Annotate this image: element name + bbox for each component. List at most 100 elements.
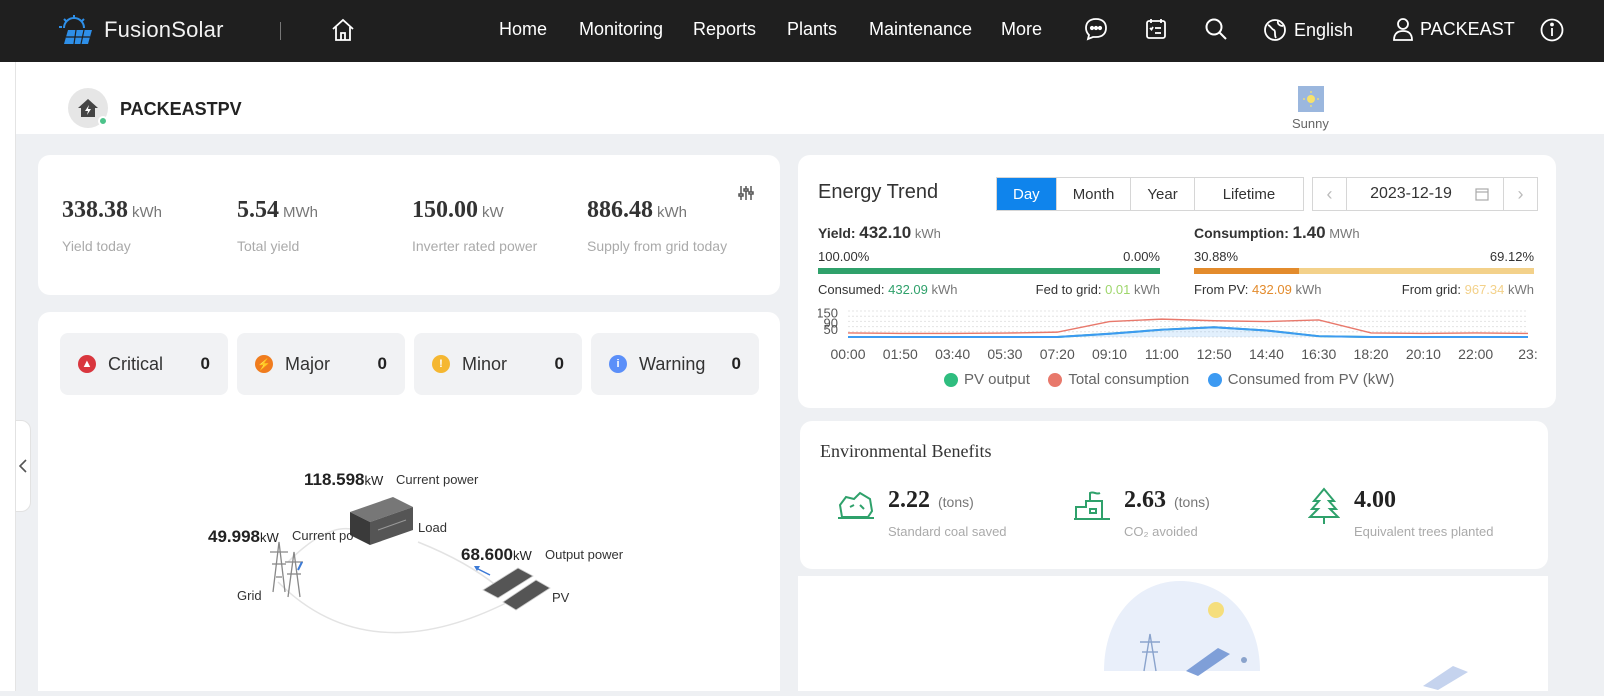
kpi-total-yield: 5.54 MWh Total yield [237,197,318,254]
consumption-summary: Consumption: 1.40 MWh 30.88% 69.12% From … [1194,223,1534,297]
nav-monitoring[interactable]: Monitoring [579,19,663,40]
user-icon [1393,18,1413,41]
consumption-progress-fill [1194,268,1299,274]
user-menu[interactable]: PACKEAST [1392,17,1515,41]
x-tick-label: 11:00 [1145,346,1179,362]
consumption-label: Consumption: [1194,225,1289,241]
env-trees-planted: 4.00 Equivalent trees planted [1308,487,1493,539]
tab-day[interactable]: Day [997,178,1057,210]
x-tick-label: 01:50 [883,346,918,362]
from-pv-unit: kWh [1295,282,1322,297]
kpi-value: 150.00 [412,197,478,223]
load-building-icon [350,497,413,545]
trees-label: Equivalent trees planted [1354,524,1494,539]
tab-lifetime[interactable]: Lifetime [1194,178,1304,210]
load-power-value: 118.598kW [304,470,383,490]
settings-sliders-icon[interactable] [738,185,754,206]
nav-more[interactable]: More [1001,19,1042,40]
consumed-value: 432.09 [888,282,928,297]
x-tick-label: 12:50 [1197,346,1232,362]
from-grid-unit: kWh [1508,282,1534,297]
calendar-task-icon[interactable] [1143,16,1169,47]
coal-label: Standard coal saved [888,524,1007,539]
plant-illustration-card [798,576,1548,691]
nav-home[interactable]: Home [499,19,547,40]
fed-to-grid-label: Fed to grid: [1035,282,1102,297]
pv-power-value: 68.600kW [461,545,532,565]
co2-unit: (tons) [1174,494,1210,510]
x-tick-label: 05:30 [987,346,1022,362]
yield-progress-fill [818,268,1160,274]
left-edge-panel [0,62,16,691]
legend-label: Consumed from PV (kW) [1227,371,1395,388]
kpi-value: 338.38 [62,197,128,223]
kpi-inverter-rated-power: 150.00 kW Inverter rated power [412,197,537,254]
legend-pv-output[interactable]: PV output [944,371,1030,388]
load-power-caption: Current power [396,472,479,487]
language-selector[interactable]: English [1262,17,1353,43]
weather-label: Sunny [1292,116,1329,131]
consumption-pv-percent: 30.88% [1194,249,1239,264]
load-label: Load [418,520,447,535]
plant-home-icon [78,99,98,117]
pv-label: PV [552,590,570,605]
date-picker[interactable]: ‹ 2023-12-19 › [1312,177,1538,211]
fusionsolar-logo[interactable]: FusionSolar [58,14,224,46]
chat-icon[interactable] [1083,16,1109,47]
grid-label: Grid [237,588,262,603]
from-pv-value: 432.09 [1252,282,1292,297]
yield-consumed-percent: 100.00% [818,249,870,264]
consumed-unit: kWh [931,282,958,297]
consumption-unit: MWh [1329,226,1360,241]
x-tick-label: 07:20 [1040,346,1075,362]
user-name: PACKEAST [1420,18,1515,39]
env-co2-avoided: 2.63 (tons) CO₂ avoided [1072,487,1210,539]
co2-value: 2.63 [1124,487,1166,513]
solar-scene-illustration [1104,581,1468,690]
calendar-icon[interactable] [1475,187,1489,201]
energy-trend-card: Energy Trend Day Month Year Lifetime ‹ 2… [798,155,1556,408]
language-label: English [1294,19,1354,40]
kpi-unit: kWh [657,204,687,221]
collapse-sidebar-handle[interactable] [15,420,31,512]
consumption-progress-bar [1194,268,1534,274]
legend-label: Total consumption [1068,371,1190,388]
x-tick-label: 18:20 [1354,346,1389,362]
consumption-value: 1.40 [1292,223,1326,242]
kpi-yield-today: 338.38 kWh Yield today [62,197,162,254]
kpi-unit: kW [482,204,504,221]
search-icon[interactable] [1203,16,1229,47]
trees-value: 4.00 [1354,487,1396,513]
yield-summary: Yield: 432.10 kWh 100.00% 0.00% Consumed:… [818,223,1160,297]
grid-power-value: 49.998kW [208,527,279,547]
kpi-unit: MWh [283,204,318,221]
nav-maintenance[interactable]: Maintenance [869,19,972,40]
next-date-button[interactable]: › [1503,178,1537,210]
home-icon[interactable] [330,17,356,48]
fed-to-grid-unit: kWh [1134,282,1160,297]
x-tick-label: 16:30 [1301,346,1336,362]
tab-year[interactable]: Year [1131,178,1195,210]
yield-value: 432.10 [859,223,912,242]
info-icon[interactable] [1539,17,1565,48]
nav-reports[interactable]: Reports [693,19,756,40]
chart-legend: PV output Total consumption Consumed fro… [944,371,1408,392]
legend-consumed-from-pv[interactable]: Consumed from PV (kW) [1207,371,1395,388]
tab-month[interactable]: Month [1056,178,1132,210]
pv-panels-icon [474,566,551,611]
x-tick-label: 22:00 [1458,346,1493,362]
kpi-supply-from-grid: 886.48 kWh Supply from grid today [587,197,727,254]
legend-total-consumption[interactable]: Total consumption [1048,371,1189,388]
legend-dot [1048,372,1063,387]
nav-plants[interactable]: Plants [787,19,837,40]
environmental-benefits-card: Environmental Benefits 2.22 (tons) Standar… [800,421,1548,569]
kpi-value: 5.54 [237,197,279,223]
x-tick-label: 00:00 [830,346,865,362]
sunny-weather-icon [1298,86,1324,112]
coal-value: 2.22 [888,487,930,513]
pv-power-unit: kW [513,548,532,563]
sun-panel-logo-icon [59,15,92,45]
period-tabs: Day Month Year Lifetime [996,177,1305,211]
load-power-number: 118.598 [304,470,365,489]
previous-date-button[interactable]: ‹ [1313,178,1347,210]
